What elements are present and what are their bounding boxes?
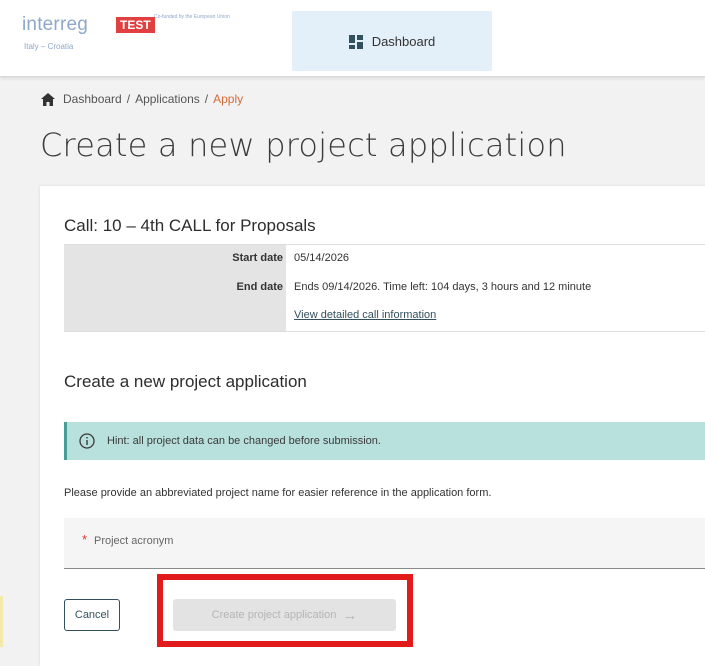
cancel-button[interactable]: Cancel: [64, 599, 120, 631]
page-title: Create a new project application: [40, 126, 567, 164]
hint-banner: Hint: all project data can be changed be…: [64, 422, 705, 460]
section-title: Create a new project application: [64, 372, 307, 391]
logo-subtitle: Italy – Croatia: [24, 42, 74, 51]
home-icon[interactable]: [41, 92, 55, 106]
project-acronym-placeholder: Project acronym: [94, 535, 174, 547]
breadcrumb-item-applications[interactable]: Applications: [135, 92, 200, 106]
call-title: Call: 10 – 4th CALL for Proposals: [64, 216, 316, 235]
breadcrumb: Dashboard / Applications / Apply: [41, 92, 243, 106]
required-marker: *: [82, 532, 88, 547]
dashboard-icon: [348, 34, 363, 49]
highlight-box: [157, 574, 413, 647]
end-date-value: Ends 09/14/2026. Time left: 104 days, 3 …: [294, 281, 592, 293]
info-icon: [79, 433, 95, 449]
logo-test-badge: TEST: [116, 17, 155, 33]
call-info-table: Start date 05/14/2026 End date Ends 09/1…: [64, 244, 705, 332]
breadcrumb-item-dashboard[interactable]: Dashboard: [63, 92, 122, 106]
nav-tab-label: Dashboard: [371, 33, 436, 49]
end-date-label: End date: [236, 281, 283, 293]
hint-text: Hint: all project data can be changed be…: [107, 435, 381, 447]
project-acronym-input[interactable]: * Project acronym: [64, 518, 705, 569]
left-edge-accent: [0, 596, 3, 647]
start-date-label: Start date: [232, 252, 283, 264]
view-call-details-link[interactable]: View detailed call information: [294, 309, 436, 321]
top-header: interreg TEST Co-funded by the European …: [0, 0, 705, 77]
logo-eu-text: Co-funded by the European Union: [154, 14, 230, 20]
start-date-value: 05/14/2026: [294, 252, 350, 264]
logo-main-text: interreg: [22, 14, 89, 35]
breadcrumb-separator: /: [204, 92, 209, 106]
breadcrumb-separator: /: [126, 92, 131, 106]
nav-tab-dashboard[interactable]: Dashboard: [292, 11, 492, 71]
instruction-text: Please provide an abbreviated project na…: [64, 487, 492, 499]
breadcrumb-item-apply: Apply: [213, 92, 244, 106]
interreg-logo[interactable]: interreg TEST Co-funded by the European …: [22, 12, 282, 62]
